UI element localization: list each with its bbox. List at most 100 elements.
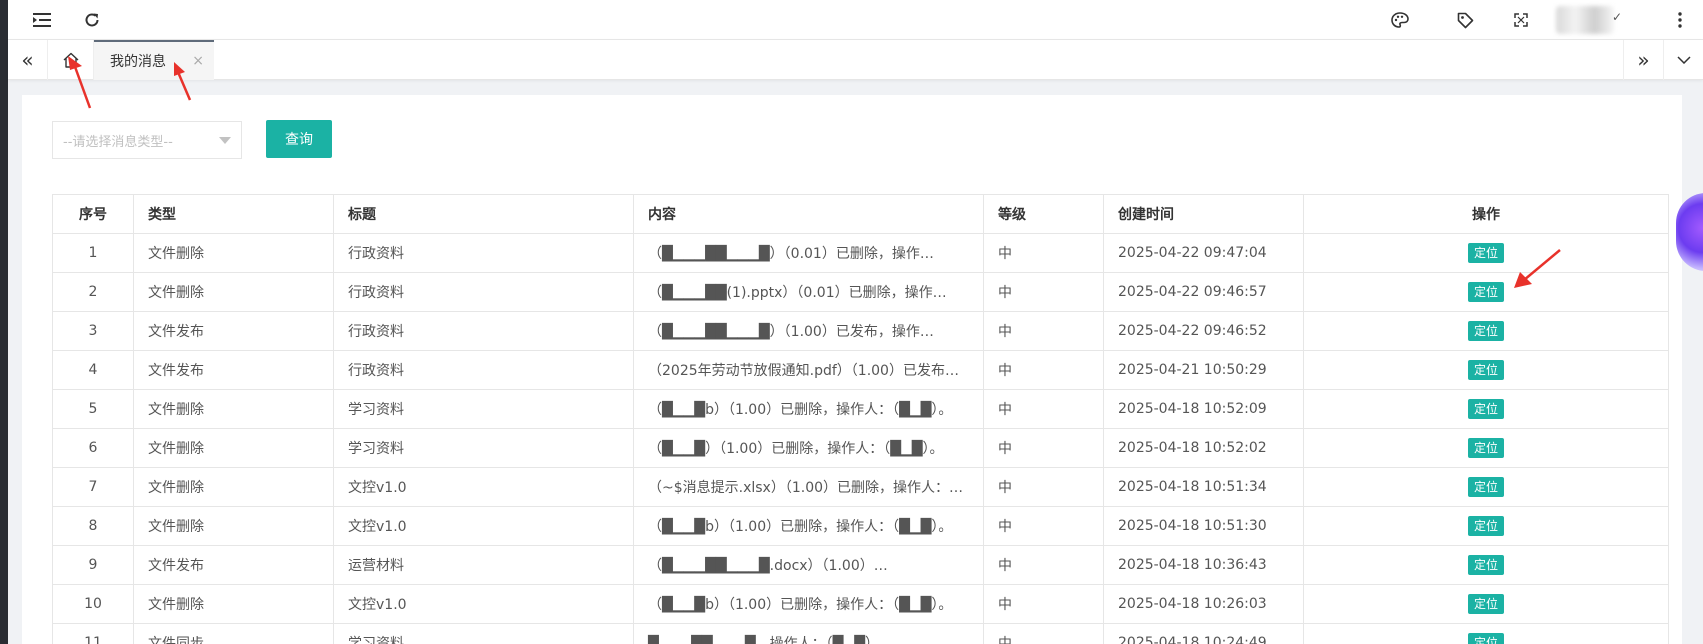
cell-type: 文件删除: [133, 233, 334, 273]
cell-action: 定位: [1303, 311, 1669, 351]
cell-created: 2025-04-18 10:51:34: [1103, 467, 1304, 507]
cell-index: 1: [52, 233, 134, 273]
cell-level: 中: [983, 311, 1104, 351]
cell-title: 行政资料: [333, 350, 634, 390]
palette-icon[interactable]: [1380, 0, 1420, 40]
col-created: 创建时间: [1103, 194, 1304, 234]
cell-level: 中: [983, 545, 1104, 585]
tab-more-dropdown[interactable]: [1663, 40, 1703, 80]
cell-created: 2025-04-18 10:24:49: [1103, 623, 1304, 644]
more-vertical-icon[interactable]: [1660, 0, 1700, 40]
message-type-select[interactable]: --请选择消息类型--: [52, 121, 242, 159]
user-avatar[interactable]: [1556, 6, 1614, 34]
table-row: 10 文件删除 文控v1.0 （█▁▁█b）（1.00）已删除，操作人：（█▁█）。中…: [52, 584, 1669, 624]
table-header-row: 序号 类型 标题 内容 等级 创建时间 操作: [52, 194, 1669, 234]
locate-button[interactable]: 定位: [1467, 282, 1504, 302]
tab-scroll-right-button[interactable]: »: [1623, 40, 1663, 80]
locate-button[interactable]: 定位: [1467, 438, 1504, 458]
cell-title: 行政资料: [333, 311, 634, 351]
cell-action: 定位: [1303, 545, 1669, 585]
select-placeholder: --请选择消息类型--: [63, 134, 173, 150]
cell-title: 文控v1.0: [333, 584, 634, 624]
fullscreen-icon[interactable]: [1501, 0, 1541, 40]
cell-action: 定位: [1303, 467, 1669, 507]
cell-type: 文件发布: [133, 350, 334, 390]
cell-created: 2025-04-18 10:52:09: [1103, 389, 1304, 429]
table-row: 4 文件发布 行政资料 （2025年劳动节放假通知.pdf）（1.00）已发布，… 中 2…: [52, 350, 1669, 390]
col-index: 序号: [52, 194, 134, 234]
col-content: 内容: [633, 194, 984, 234]
cell-level: 中: [983, 623, 1104, 644]
cell-index: 4: [52, 350, 134, 390]
cell-type: 文件发布: [133, 311, 334, 351]
cell-action: 定位: [1303, 350, 1669, 390]
user-dropdown-icon[interactable]: ✓: [1612, 10, 1622, 24]
cell-index: 11: [52, 623, 134, 644]
cell-content: （█▁▁▁██▁▁▁█）（1.00）已发布，操作…: [633, 311, 984, 351]
tab-close-icon[interactable]: ×: [192, 53, 204, 69]
cell-level: 中: [983, 584, 1104, 624]
tab-my-messages[interactable]: 我的消息 ×: [94, 40, 214, 80]
cell-level: 中: [983, 467, 1104, 507]
col-level: 等级: [983, 194, 1104, 234]
locate-button[interactable]: 定位: [1467, 243, 1504, 263]
cell-content: （█▁▁▁██▁▁▁█.docx）（1.00）…: [633, 545, 984, 585]
app-root: ✓ « 我的消息 × » --请选择消息类型-- 查询 序号 类型 标题 内容 …: [8, 0, 1703, 644]
table-row: 8 文件删除 文控v1.0 （█▁▁█b）（1.00）已删除，操作人：（█▁█）。中 2…: [52, 506, 1669, 546]
cell-title: 学习资料: [333, 389, 634, 429]
cell-title: 文控v1.0: [333, 467, 634, 507]
cell-created: 2025-04-22 09:46:57: [1103, 272, 1304, 312]
cell-index: 8: [52, 506, 134, 546]
table-row: 7 文件删除 文控v1.0 （~$消息提示.xlsx）（1.00）已删除，操作人：（……: [52, 467, 1669, 507]
locate-button[interactable]: 定位: [1467, 477, 1504, 497]
tab-bar: « 我的消息 × »: [8, 40, 1703, 80]
cell-content: （█▁▁█b）（1.00）已删除，操作人：（█▁█）。: [633, 506, 984, 546]
tab-label: 我的消息: [110, 54, 166, 70]
cell-index: 10: [52, 584, 134, 624]
locate-button[interactable]: 定位: [1467, 360, 1504, 380]
cell-content: （2025年劳动节放假通知.pdf）（1.00）已发布，…: [633, 350, 984, 390]
locate-button[interactable]: 定位: [1467, 633, 1504, 644]
tag-icon[interactable]: [1445, 0, 1485, 40]
table-row: 9 文件发布 运营材料 （█▁▁▁██▁▁▁█.docx）（1.00）… 中 2025-0…: [52, 545, 1669, 585]
tab-scroll-left-button[interactable]: «: [8, 40, 48, 80]
col-action: 操作: [1303, 194, 1669, 234]
cell-type: 文件删除: [133, 389, 334, 429]
table-row: 11 文件同步 学习资料 █▁▁▁██▁▁▁█，操作人：（█▁█）中 2025-04-1…: [52, 623, 1669, 644]
locate-button[interactable]: 定位: [1467, 399, 1504, 419]
cell-created: 2025-04-22 09:47:04: [1103, 233, 1304, 273]
cell-title: 行政资料: [333, 233, 634, 273]
cell-title: 运营材料: [333, 545, 634, 585]
cell-type: 文件删除: [133, 467, 334, 507]
cell-action: 定位: [1303, 584, 1669, 624]
cell-type: 文件删除: [133, 584, 334, 624]
menu-fold-icon[interactable]: [22, 0, 62, 40]
tab-home[interactable]: [48, 40, 94, 80]
cell-title: 学习资料: [333, 428, 634, 468]
cell-created: 2025-04-18 10:26:03: [1103, 584, 1304, 624]
cell-index: 5: [52, 389, 134, 429]
locate-button[interactable]: 定位: [1467, 555, 1504, 575]
cell-type: 文件删除: [133, 272, 334, 312]
top-header: ✓: [8, 0, 1703, 40]
cell-content: （█▁▁▁██▁▁▁█）（0.01）已删除，操作…: [633, 233, 984, 273]
cell-action: 定位: [1303, 389, 1669, 429]
messages-table: 序号 类型 标题 内容 等级 创建时间 操作 1 文件删除 行政资料 （█▁▁▁██▁…: [52, 194, 1669, 644]
locate-button[interactable]: 定位: [1467, 321, 1504, 341]
cell-action: 定位: [1303, 272, 1669, 312]
col-type: 类型: [133, 194, 334, 234]
query-button[interactable]: 查询: [266, 120, 332, 158]
cell-created: 2025-04-18 10:52:02: [1103, 428, 1304, 468]
locate-button[interactable]: 定位: [1467, 516, 1504, 536]
table-row: 6 文件删除 学习资料 （█▁▁█）（1.00）已删除，操作人：（█▁█）。中 2025…: [52, 428, 1669, 468]
cell-content: （█▁▁█b）（1.00）已删除，操作人：（█▁█）。: [633, 584, 984, 624]
locate-button[interactable]: 定位: [1467, 594, 1504, 614]
col-title: 标题: [333, 194, 634, 234]
content-panel: --请选择消息类型-- 查询 序号 类型 标题 内容 等级 创建时间 操作 1文…: [22, 95, 1682, 644]
cell-type: 文件删除: [133, 428, 334, 468]
table-row: 5 文件删除 学习资料 （█▁▁█b）（1.00）已删除，操作人：（█▁█）。中 202…: [52, 389, 1669, 429]
table-row: 2 文件删除 行政资料 （█▁▁▁██(1).pptx）（0.01）已删除，操作… 中 2…: [52, 272, 1669, 312]
refresh-icon[interactable]: [72, 0, 112, 40]
cell-title: 学习资料: [333, 623, 634, 644]
cell-created: 2025-04-18 10:51:30: [1103, 506, 1304, 546]
